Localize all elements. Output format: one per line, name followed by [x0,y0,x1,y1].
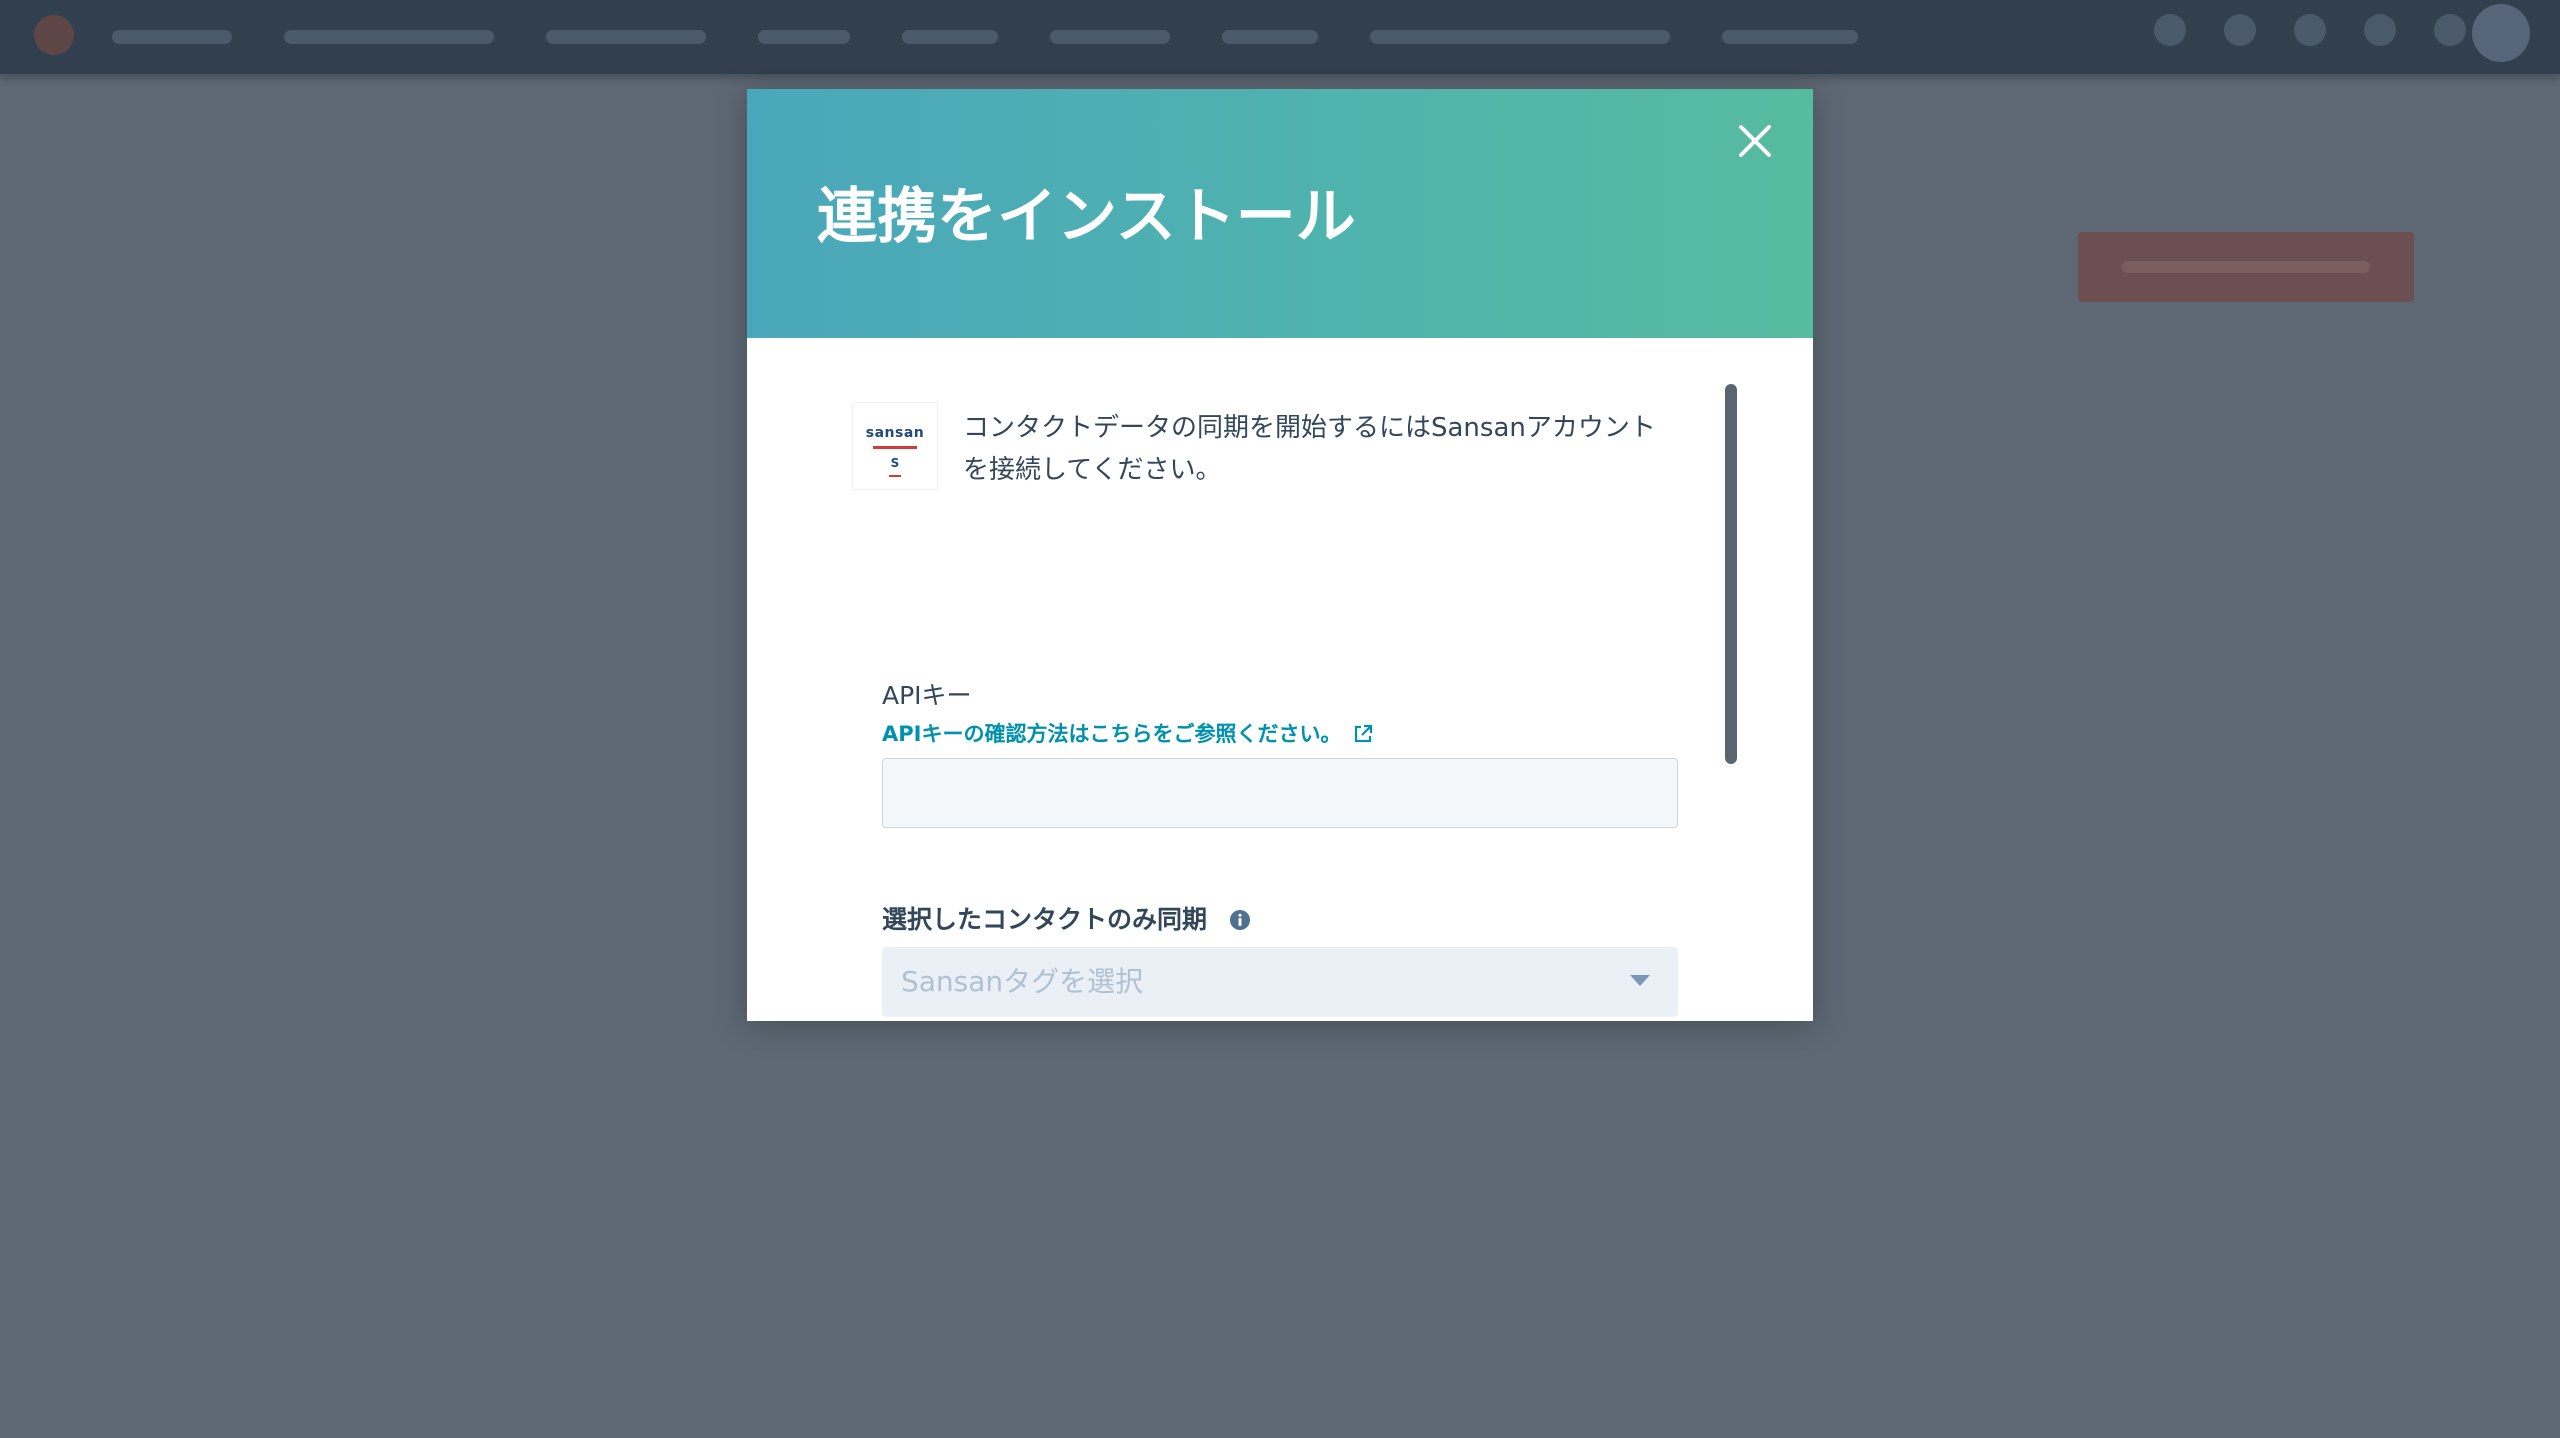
background-action-label [2122,261,2370,273]
api-key-help-link-text: APIキーの確認方法はこちらをご参照ください。 [882,722,1342,746]
sansan-logo-line [873,446,917,449]
nav-item [1370,30,1670,44]
nav-item [112,30,232,44]
api-key-label: APIキー [882,681,972,710]
modal-header: 連携をインストール [747,89,1813,338]
nav-item [284,30,494,44]
modal-scrollbar[interactable] [1725,384,1737,764]
top-navigation-bar [0,0,2560,74]
nav-item [902,30,998,44]
sansan-logo: sansan S [853,403,937,489]
top-nav-actions [2154,14,2466,46]
close-button[interactable] [1731,117,1779,165]
nav-item [1222,30,1318,44]
marketplace-icon [2224,14,2256,46]
background-action-button [2078,232,2414,302]
intro-text: コンタクトデータの同期を開始するにはSansanアカウントを接続してください。 [963,413,1656,485]
sync-label-text: 選択したコンタクトのみ同期 [882,905,1208,934]
avatar [2472,4,2530,62]
external-link-icon [1355,724,1373,743]
nav-item [546,30,706,44]
help-icon [2294,14,2326,46]
install-integration-modal: 連携をインストール sansan S コンタクトデータの同期を開始するにはSan… [747,89,1813,1021]
info-icon[interactable] [1229,909,1251,931]
sansan-logo-mark: S [890,456,900,470]
sansan-tag-select-placeholder: Sansanタグを選択 [901,965,1144,998]
nav-item [758,30,850,44]
nav-item [1050,30,1170,44]
sansan-logo-mark-line [889,475,901,477]
modal-body: sansan S コンタクトデータの同期を開始するにはSansanアカウントを接… [747,338,1813,1021]
top-nav-menu [112,24,1858,50]
notifications-icon [2434,14,2466,46]
nav-item [1722,30,1858,44]
search-icon [2154,14,2186,46]
hubspot-logo-icon [34,15,74,55]
close-icon [1739,125,1771,157]
sansan-tag-select[interactable]: Sansanタグを選択 [882,947,1678,1017]
sync-selected-contacts-label: 選択したコンタクトのみ同期 [882,903,1251,937]
modal-title: 連携をインストール [817,182,1356,252]
sansan-logo-word: sansan [865,425,925,441]
api-key-help-link[interactable]: APIキーの確認方法はこちらをご参照ください。 [882,719,1373,749]
chevron-down-icon [1630,975,1650,986]
api-key-input[interactable] [882,758,1678,828]
settings-icon [2364,14,2396,46]
